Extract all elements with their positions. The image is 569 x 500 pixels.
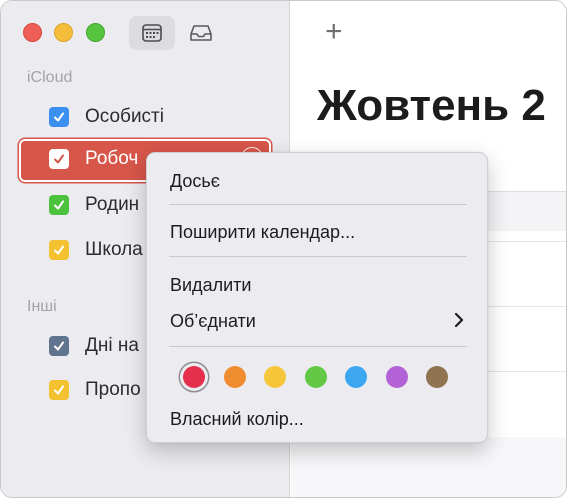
checkbox-checked-icon[interactable] [49,149,69,169]
section-label-other: Інші [27,298,57,315]
calendar-item-label: Особисті [85,106,164,127]
calendar-day-cell[interactable] [291,437,566,497]
color-swatch-green[interactable] [304,366,327,388]
calendar-item-label: Школа [85,239,143,260]
minimize-window-button[interactable] [54,23,73,42]
close-window-button[interactable] [23,23,42,42]
section-label-icloud: iCloud [27,69,73,86]
menu-separator [169,256,467,257]
calendar-item-label: Робоч [85,148,139,169]
checkbox-checked-icon[interactable] [49,240,69,260]
color-swatch-yellow[interactable] [264,366,286,388]
calendar-item-label: Пропо [85,379,141,400]
menu-separator [169,204,467,205]
color-swatch-purple[interactable] [385,366,408,388]
menu-item-custom-color[interactable]: Власний колір... [159,403,477,435]
calendar-item-label: Дні на [85,335,139,356]
checkbox-checked-icon[interactable] [49,195,69,215]
checkbox-checked-icon[interactable] [49,107,69,127]
calendar-icon [142,24,162,42]
color-swatch-red[interactable] [183,366,205,388]
color-swatch-blue[interactable] [345,366,367,388]
menu-item-label: Об’єднати [170,310,256,331]
calendar-item-label: Родин [85,194,140,215]
inbox-tray-icon [190,25,212,41]
zoom-window-button[interactable] [86,23,105,42]
checkbox-checked-icon[interactable] [49,380,69,400]
menu-item-info[interactable]: Досьє [159,165,477,197]
month-title: Жовтень 2 [317,81,546,130]
color-swatch-brown[interactable] [426,366,448,388]
menu-item-share-calendar[interactable]: Поширити календар... [159,216,477,248]
chevron-right-icon [454,312,464,328]
checkbox-checked-icon[interactable] [49,336,69,356]
menu-separator [169,346,467,347]
calendar-item-personal[interactable]: Особисті [19,97,271,137]
context-menu: Досьє Поширити календар... Видалити Об’є… [146,152,488,443]
menu-item-delete[interactable]: Видалити [159,269,477,301]
inbox-button[interactable] [178,16,224,50]
menu-item-merge[interactable]: Об’єднати [159,305,477,337]
calendar-list-button[interactable] [129,16,175,50]
calendar-window: iCloud Особисті Робоч Родин Школа Інші Д… [0,0,567,498]
add-event-button[interactable]: + [325,15,343,49]
color-swatch-orange[interactable] [223,366,246,388]
